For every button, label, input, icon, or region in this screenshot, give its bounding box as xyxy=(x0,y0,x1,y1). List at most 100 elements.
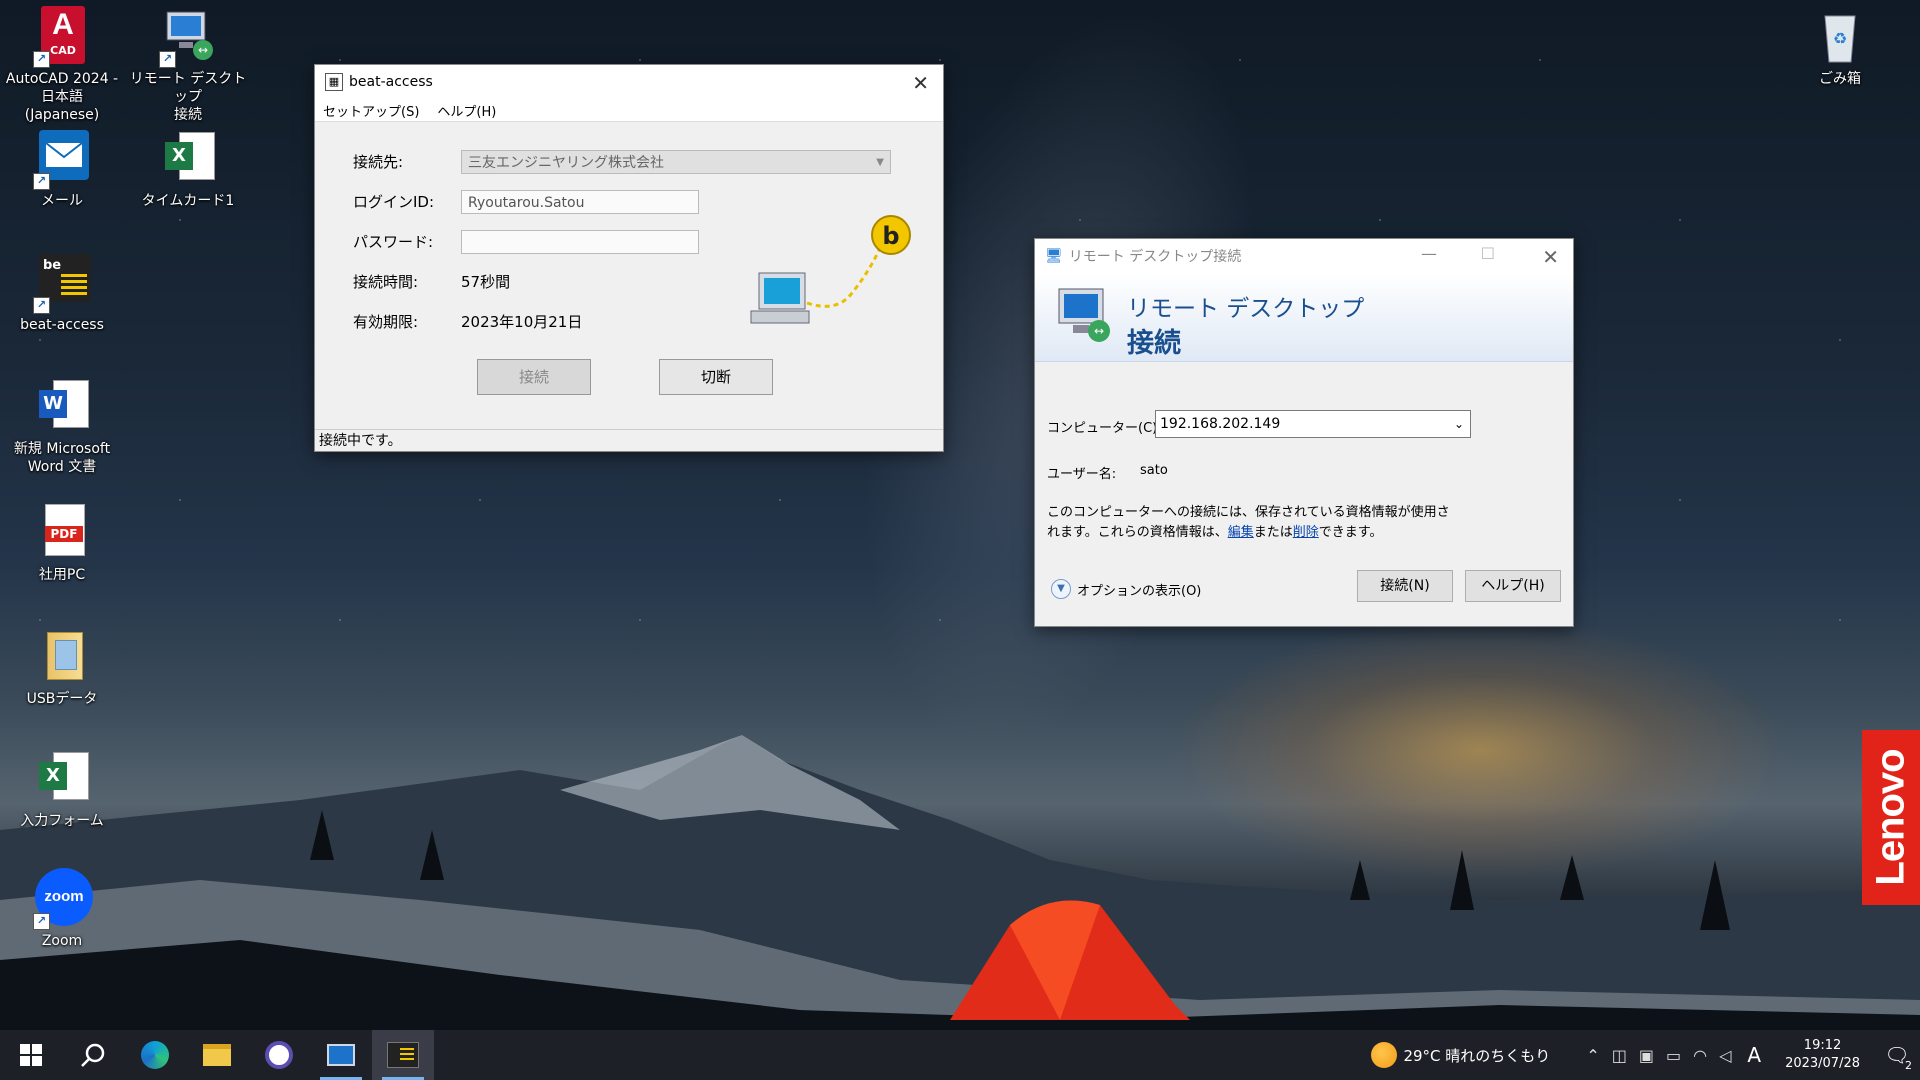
desktop-icon-input-form[interactable]: X 入力フォーム xyxy=(2,748,122,830)
search-button[interactable] xyxy=(62,1030,124,1080)
beat-access-icon: be ↗ xyxy=(31,252,93,314)
desktop-icon-label: ごみ箱 xyxy=(1819,71,1861,87)
beat-logo-letter: b xyxy=(882,222,899,250)
start-button[interactable] xyxy=(0,1030,62,1080)
connection-illustration: b xyxy=(750,215,911,324)
beat-access-window: ▦ beat-access ✕ セットアップ(S) ヘルプ(H) 接続先: 三友… xyxy=(314,64,944,452)
header-subtitle: 接続 xyxy=(1127,328,1181,359)
destination-select[interactable]: 三友エンジニヤリング株式会社 ▼ xyxy=(461,150,891,174)
password-label: パスワード: xyxy=(353,233,434,251)
destination-label: 接続先: xyxy=(353,153,404,171)
desktop-icon-mail[interactable]: ↗ メール xyxy=(2,128,122,210)
red-tent xyxy=(950,900,1190,1020)
svg-text:♻: ♻ xyxy=(1833,29,1847,48)
window-title: リモート デスクトップ接続 xyxy=(1068,249,1242,265)
battery-icon[interactable]: ▭ xyxy=(1666,1046,1681,1065)
desktop-icon-label: タイムカード1 xyxy=(141,193,235,209)
desktop-icon-pdf[interactable]: PDF 社用PC xyxy=(2,502,122,584)
desktop-icon-label: 新規 Microsoft Word 文書 xyxy=(13,441,111,475)
remote-desktop-window: 🖥 リモート デスクトップ接続 — ☐ ✕ ↔ リモート デスクトップ 接続 コ… xyxy=(1034,238,1574,627)
chevron-down-icon[interactable]: ⌄ xyxy=(1454,411,1464,437)
weather-text[interactable]: 29°C 晴れのちくもり xyxy=(1403,1045,1550,1066)
folder-icon xyxy=(203,1044,231,1066)
chevron-down-icon: ▼ xyxy=(876,157,884,168)
show-options-label: オプションの表示(O) xyxy=(1077,583,1202,599)
wifi-icon[interactable]: ◠ xyxy=(1693,1046,1707,1065)
menu-setup[interactable]: セットアップ(S) xyxy=(323,101,419,120)
folder-icon xyxy=(31,626,93,688)
close-icon[interactable]: ✕ xyxy=(1542,245,1559,269)
windows-logo-icon xyxy=(20,1044,42,1066)
notification-button[interactable]: 🗨 2 xyxy=(1874,1030,1920,1080)
minimize-icon[interactable]: — xyxy=(1421,244,1437,263)
menu-help[interactable]: ヘルプ(H) xyxy=(437,101,496,120)
system-tray: 29°C 晴れのちくもり ⌃ ◫ ▣ ▭ ◠ ◁ A 19:12 2023/07… xyxy=(1371,1030,1920,1080)
credentials-info: このコンピューターへの接続には、保存されている資格情報が使用さ れます。これらの… xyxy=(1047,503,1467,543)
taskbar-explorer[interactable] xyxy=(186,1030,248,1080)
clock-date: 2023/07/28 xyxy=(1785,1056,1860,1071)
edit-link[interactable]: 編集 xyxy=(1228,525,1254,540)
desktop-icon-zoom[interactable]: zoom ↗ Zoom xyxy=(2,868,122,950)
desktop-icon-remote-desktop[interactable]: ↔ ↗ リモート デスクトップ 接続 xyxy=(128,6,248,124)
desktop-icon-label: AutoCAD 2024 - 日本語 (Japanese) xyxy=(5,71,119,123)
close-icon[interactable]: ✕ xyxy=(912,71,929,95)
desktop-icon-label: 社用PC xyxy=(38,567,86,583)
connect-time-value: 57秒間 xyxy=(461,273,511,291)
desktop-icon-usb-data[interactable]: USBデータ xyxy=(2,626,122,708)
beat-access-icon xyxy=(387,1042,419,1068)
taskbar-remote-desktop[interactable] xyxy=(310,1030,372,1080)
volume-icon[interactable]: ◁ xyxy=(1719,1046,1731,1065)
computer-value: 192.168.202.149 xyxy=(1160,416,1281,432)
edge-icon xyxy=(141,1041,169,1069)
password-field[interactable] xyxy=(461,230,699,254)
desktop-icon-word[interactable]: W 新規 Microsoft Word 文書 xyxy=(2,376,122,476)
title-bar[interactable]: ▦ beat-access ✕ xyxy=(315,65,943,99)
info-text: または xyxy=(1253,525,1293,540)
connect-button[interactable]: 接続(N) xyxy=(1357,570,1453,602)
desktop-icon-label: 入力フォーム xyxy=(20,813,104,829)
chevron-up-icon[interactable]: ⌃ xyxy=(1586,1046,1599,1065)
expand-icon: ▼ xyxy=(1051,579,1071,599)
zoom-icon: zoom ↗ xyxy=(31,868,93,930)
ime-indicator[interactable]: A xyxy=(1747,1043,1761,1067)
app-circle-icon xyxy=(265,1041,293,1069)
computer-label: コンピューター(C): xyxy=(1047,421,1162,436)
status-text: 接続中です。 xyxy=(319,433,402,449)
weather-icon[interactable] xyxy=(1371,1042,1398,1068)
show-options-toggle[interactable]: ▼ オプションの表示(O) xyxy=(1051,579,1201,599)
mail-icon: ↗ xyxy=(31,128,93,190)
status-bar: 接続中です。 xyxy=(315,429,943,451)
remote-desktop-icon: ↔ ↗ xyxy=(157,6,219,68)
search-icon xyxy=(81,1043,105,1067)
desktop-icon-autocad[interactable]: A CAD ↗ AutoCAD 2024 - 日本語 (Japanese) xyxy=(2,6,122,124)
title-bar[interactable]: 🖥 リモート デスクトップ接続 — ☐ ✕ xyxy=(1035,239,1573,273)
clock[interactable]: 19:12 2023/07/28 xyxy=(1785,1037,1860,1073)
help-button[interactable]: ヘルプ(H) xyxy=(1465,570,1561,602)
taskbar-app[interactable] xyxy=(248,1030,310,1080)
maximize-icon[interactable]: ☐ xyxy=(1481,244,1495,263)
taskbar-edge[interactable] xyxy=(124,1030,186,1080)
connect-button[interactable]: 接続 xyxy=(477,359,591,395)
desktop-icon-label: リモート デスクトップ 接続 xyxy=(129,71,247,123)
login-id-field[interactable]: Ryoutarou.Satou xyxy=(461,190,699,214)
username-label: ユーザー名: xyxy=(1047,467,1117,482)
desktop-icon-label: Zoom xyxy=(41,933,83,949)
app-icon: ▦ xyxy=(325,73,343,91)
taskbar-beat-access[interactable] xyxy=(372,1030,434,1080)
notification-count: 2 xyxy=(1905,1059,1912,1072)
remote-desktop-icon: 🖥 xyxy=(1045,248,1063,264)
window-title: beat-access xyxy=(349,74,433,90)
desktop-icon-beat-access[interactable]: be ↗ beat-access xyxy=(2,252,122,334)
disconnect-button[interactable]: 切断 xyxy=(659,359,773,395)
info-text: このコンピューターへの接続には、保存されている資格情報が使用さ xyxy=(1047,505,1450,520)
camera-icon[interactable]: ◫ xyxy=(1612,1046,1627,1065)
svg-text:↔: ↔ xyxy=(198,43,208,57)
delete-link[interactable]: 削除 xyxy=(1293,525,1319,540)
taskbar: 29°C 晴れのちくもり ⌃ ◫ ▣ ▭ ◠ ◁ A 19:12 2023/07… xyxy=(0,1030,1920,1080)
excel-file-icon: X xyxy=(31,748,93,810)
pdf-file-icon: PDF xyxy=(31,502,93,564)
computer-combobox[interactable]: 192.168.202.149 ⌄ xyxy=(1155,410,1471,438)
desktop-icon-timecard[interactable]: X タイムカード1 xyxy=(128,128,248,210)
desktop-icon-recycle-bin[interactable]: ♻ ごみ箱 xyxy=(1780,6,1900,88)
display-icon[interactable]: ▣ xyxy=(1639,1046,1654,1065)
